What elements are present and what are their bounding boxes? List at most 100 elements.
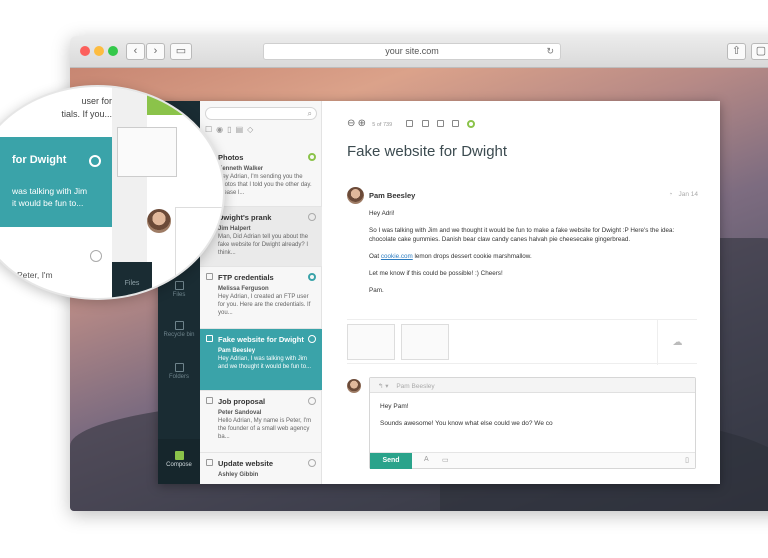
address-bar[interactable]: your site.com ↻ xyxy=(263,43,561,60)
message-checkbox[interactable] xyxy=(206,397,213,404)
body-link[interactable]: cookie.com xyxy=(381,253,413,260)
upload-cloud-icon[interactable]: ☁ xyxy=(657,320,697,365)
print-icon[interactable] xyxy=(436,120,444,128)
magnifier-lens: user for tials. If you... for Dwight was… xyxy=(0,85,225,300)
send-button[interactable]: Send xyxy=(370,453,412,469)
reply-line: Sounds awesome! You know what else could… xyxy=(380,420,553,427)
reply-box: ↰ ▾ Pam Beesley Hey Pam! Sounds awesome!… xyxy=(369,377,696,469)
browser-toolbar: ‹ › ▭ your site.com ↻ ⇧ ▢ xyxy=(70,36,768,68)
date-text: Jan 14 xyxy=(678,191,698,198)
list-item[interactable]: Update website Ashley Gibbin xyxy=(200,453,322,484)
unread-indicator[interactable] xyxy=(308,153,316,161)
magnified-text: Peter, I'm xyxy=(17,270,53,280)
message-sender: Pam Beesley xyxy=(218,348,256,354)
message-title: Fake website for Dwight xyxy=(218,335,304,344)
sender-avatar xyxy=(347,187,364,204)
list-item[interactable]: Fake website for Dwight Pam Beesley Hey … xyxy=(200,329,322,391)
delete-icon[interactable]: ▯ xyxy=(227,125,235,134)
compose-icon xyxy=(174,451,184,460)
message-preview: Hello Adrian, My name is Peter, I'm the … xyxy=(218,418,312,440)
forward-button[interactable]: › xyxy=(146,43,165,60)
attachment-thumbnail[interactable] xyxy=(401,324,449,360)
archive-icon[interactable] xyxy=(452,120,460,128)
message-reader: ⊖ ⊕ 5 of 739 Fake website for Dwight Pam… xyxy=(322,101,720,484)
body-paragraph: Let me know if this could be possible! :… xyxy=(369,270,503,277)
message-title: Job proposal xyxy=(218,397,266,406)
message-checkbox[interactable] xyxy=(206,459,213,466)
message-sender: Ashley Gibbin xyxy=(218,472,259,478)
unread-indicator[interactable] xyxy=(308,335,316,343)
sidebar-item-label: Recycle bin xyxy=(163,332,195,338)
compose-button[interactable]: Compose xyxy=(158,439,200,484)
magnified-dark-strip: Files xyxy=(112,262,152,298)
unread-indicator[interactable] xyxy=(308,459,316,467)
message-date: ◔ Jan 14 xyxy=(669,191,698,198)
message-subject: Fake website for Dwight xyxy=(347,143,508,160)
magnified-preview: Peter, I'm y ba... xyxy=(17,269,107,293)
list-item[interactable]: Job proposal Peter Sandoval Hello Adrian… xyxy=(200,391,322,453)
signoff: Pam. xyxy=(369,287,384,294)
view-icon: ◔ xyxy=(668,191,673,198)
sender-name: Pam Beesley xyxy=(369,191,416,200)
unread-indicator[interactable] xyxy=(308,273,316,281)
reply-textarea[interactable]: Hey Pam! Sounds awesome! You know what e… xyxy=(370,393,695,438)
magnified-text: it would be fun to... xyxy=(12,198,84,208)
attachments: ☁ xyxy=(347,319,697,365)
email-app: Files Recycle bin Folders Compose ⌕ ☐◉▯▤… xyxy=(158,101,720,484)
copy-icon[interactable] xyxy=(406,120,414,128)
trash-icon xyxy=(174,321,184,330)
reply-line: Hey Pam! xyxy=(380,403,409,410)
magnified-radio xyxy=(89,155,101,167)
tag-icon[interactable]: ◇ xyxy=(247,125,257,134)
message-body: Hey Adri! So I was talking with Jim and … xyxy=(369,209,699,303)
mark-read-icon[interactable] xyxy=(467,119,476,128)
zoom-window-button[interactable] xyxy=(108,46,118,56)
unread-indicator[interactable] xyxy=(308,397,316,405)
magnified-preview: was talking with Jim it would be fun to.… xyxy=(12,185,87,209)
magnified-preview: user for tials. If you... xyxy=(7,95,112,121)
tabs-icon[interactable]: ▢ xyxy=(751,43,768,60)
next-message-icon[interactable]: ⊕ xyxy=(358,118,366,129)
magnified-avatar xyxy=(147,209,171,233)
magnified-text: was talking with Jim xyxy=(12,186,88,196)
message-sender: Peter Sandoval xyxy=(218,410,262,416)
trash-icon[interactable] xyxy=(421,120,429,128)
sidebar-toggle-icon[interactable]: ▭ xyxy=(170,43,192,60)
search-icon: ⌕ xyxy=(307,109,312,118)
share-icon[interactable]: ⇧ xyxy=(727,43,746,60)
magnified-reply-box xyxy=(175,207,223,287)
close-window-button[interactable] xyxy=(80,46,90,56)
prev-message-icon[interactable]: ⊖ xyxy=(347,118,355,129)
sidebar-item-label: Compose xyxy=(166,462,192,468)
back-button[interactable]: ‹ xyxy=(126,43,145,60)
sidebar-item-label: Folders xyxy=(168,374,189,380)
reply-to: Pam Beesley xyxy=(396,383,435,390)
reply-arrow-icon[interactable]: ↰ ▾ xyxy=(378,383,389,390)
minimize-window-button[interactable] xyxy=(94,46,104,56)
magnified-green-strip xyxy=(147,87,223,115)
message-preview: Hey Adrian, I was talking with Jim and w… xyxy=(218,356,312,370)
format-text-icon[interactable]: A xyxy=(424,456,429,463)
trash-icon[interactable]: ▯ xyxy=(685,456,689,464)
reader-toolbar: ⊖ ⊕ 5 of 739 xyxy=(347,118,476,129)
pagination: 5 of 739 xyxy=(372,122,393,128)
magnified-text: tials. If you... xyxy=(61,109,112,119)
url-text: your site.com xyxy=(385,46,439,56)
sidebar-item-recycle-bin[interactable]: Recycle bin xyxy=(158,321,200,338)
user-avatar xyxy=(347,379,361,393)
body-paragraph: So I was talking with Jim and we thought… xyxy=(369,227,675,243)
greeting: Hey Adri! xyxy=(369,210,395,217)
message-checkbox[interactable] xyxy=(206,335,213,342)
reply-footer: Send A ▭ ▯ xyxy=(370,452,695,469)
unread-indicator[interactable] xyxy=(308,213,316,221)
folder-icon xyxy=(174,363,184,372)
message-title: Update website xyxy=(218,459,274,468)
reload-icon[interactable]: ↻ xyxy=(546,44,554,59)
magnified-radio xyxy=(90,250,102,262)
attachment-thumbnail[interactable] xyxy=(347,324,395,360)
attach-icon[interactable]: ▭ xyxy=(442,456,449,464)
magnified-text: y ba... xyxy=(17,282,41,292)
sidebar-item-folders[interactable]: Folders xyxy=(158,363,200,380)
move-icon[interactable]: ▤ xyxy=(236,125,248,134)
magnified-list-item-active: for Dwight was talking with Jim it would… xyxy=(0,137,112,227)
